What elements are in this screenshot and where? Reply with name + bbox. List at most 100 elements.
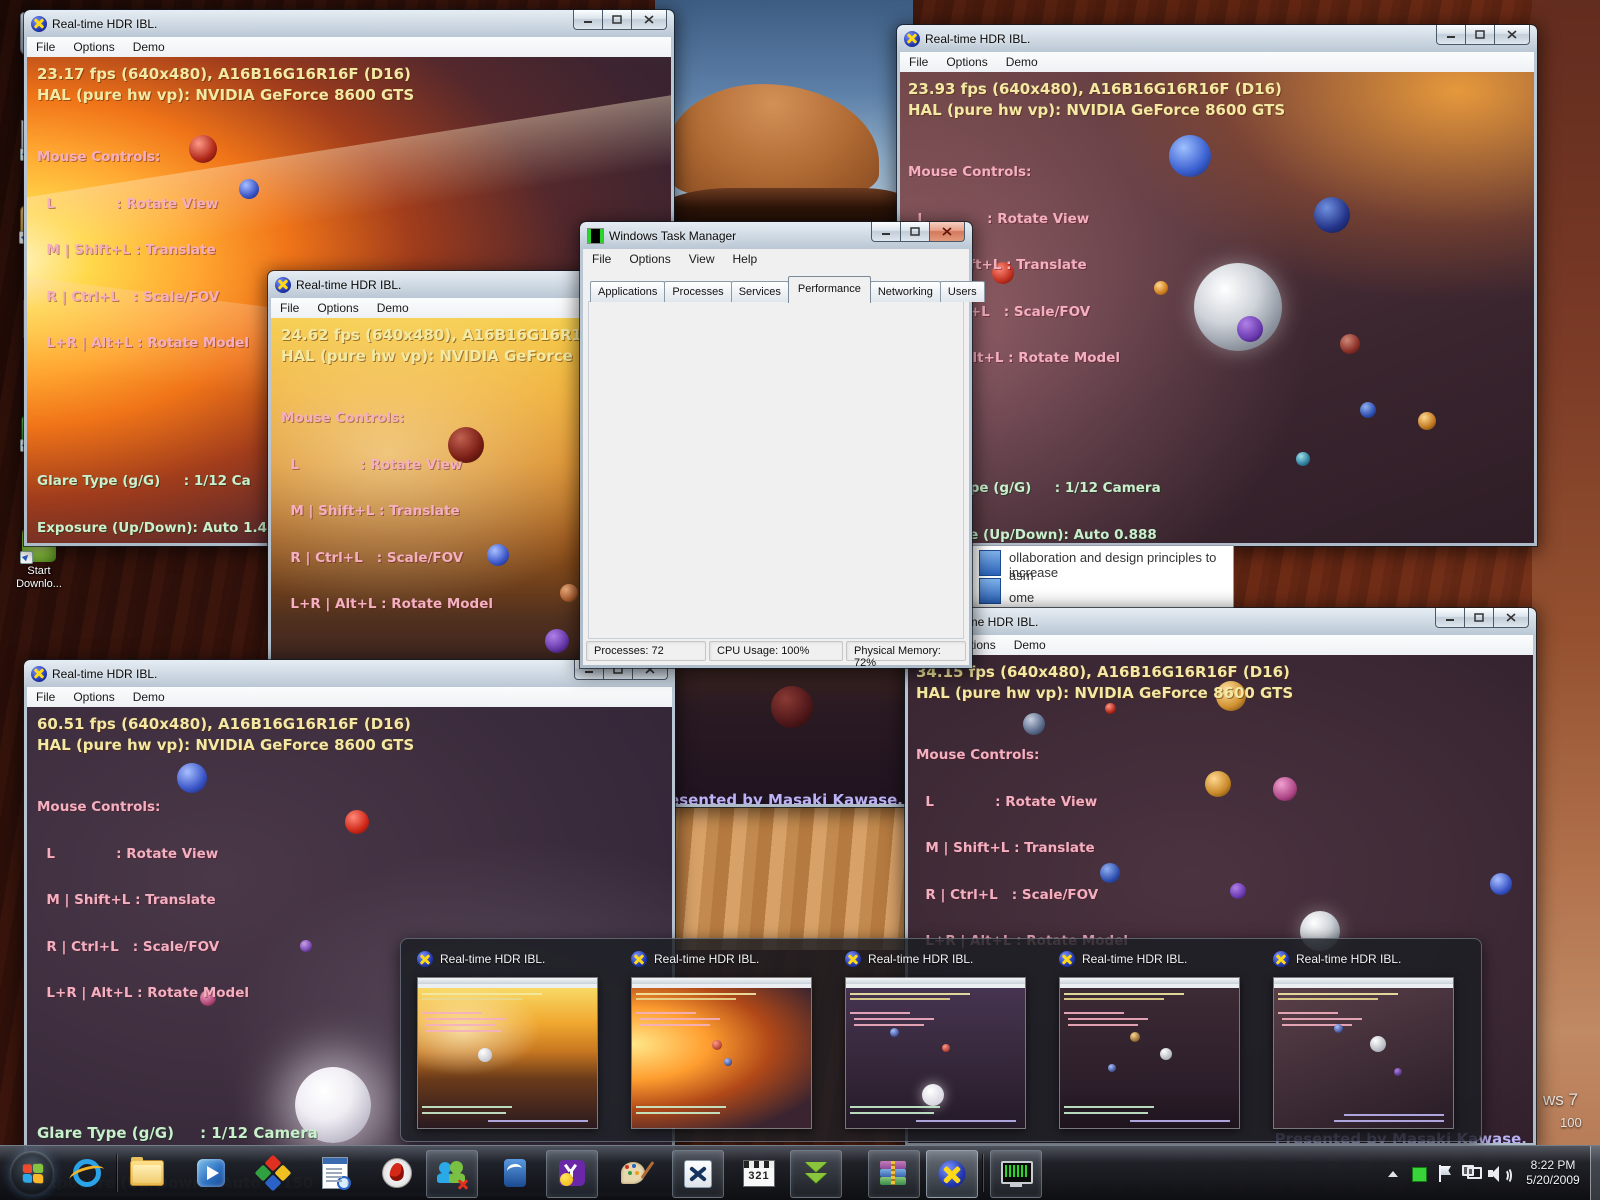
maximize-button[interactable] [602,10,632,30]
window-task-manager[interactable]: Windows Task Manager File Options View H… [580,222,972,668]
speaker-icon[interactable] [1488,1165,1508,1182]
thumbnail-item[interactable]: Real-time HDR IBL. [417,947,598,1141]
menu-help[interactable]: Help [724,249,767,269]
credit-line: Presented by Masaki Kawase. [639,790,903,804]
sphere [300,940,312,952]
thumbnail-preview[interactable] [845,977,1026,1129]
show-desktop-button[interactable] [1590,1146,1600,1200]
thumbnail-preview[interactable] [1059,977,1240,1129]
taskbar-icon-openoffice[interactable] [490,1150,540,1196]
fps-readout: 23.93 fps (640x480), A16B16G16R16F (D16) [908,80,1282,98]
desktop-screen: ws 7 100 Recy GeaGarag gea µT StartDownl… [0,0,1600,1200]
nero-flame-icon [382,1158,412,1188]
thumbnail-item[interactable]: Real-time HDR IBL. [845,947,1026,1141]
shortcut-arrow-icon [20,551,33,564]
xfire-icon [684,1160,712,1188]
menu-view[interactable]: View [680,249,724,269]
sphere [1273,777,1297,801]
titlebar[interactable]: Real-time HDR IBL. [24,660,675,687]
menu-file[interactable]: File [900,52,937,72]
winrar-books-icon [880,1161,908,1187]
taskbar-icon-winrar[interactable] [868,1150,920,1198]
wallpaper-right-strip [1532,0,1600,1146]
tab-users[interactable]: Users [940,281,985,302]
sphere [1154,281,1168,295]
scroll-button-icon [979,550,1001,576]
menu-options[interactable]: Options [620,249,679,269]
titlebar[interactable]: Real-time HDR IBL. [24,10,674,37]
thumbnail-item[interactable]: Real-time HDR IBL. [1273,947,1454,1141]
show-hidden-icons-chevron[interactable] [1388,1171,1398,1177]
taskbar-icon-paint[interactable] [610,1150,660,1196]
tab-processes[interactable]: Processes [664,281,731,302]
menu-options[interactable]: Options [64,687,123,707]
window-title: Real-time HDR IBL. [296,278,401,292]
taskbar-icon-xfire[interactable] [672,1150,724,1198]
menu-demo[interactable]: Demo [368,298,418,318]
taskbar-icon-avg[interactable] [248,1150,298,1196]
menu-options[interactable]: Options [64,37,123,57]
network-icon[interactable] [1462,1165,1482,1182]
tray-clock[interactable]: 8:22 PM 5/20/2009 [1516,1158,1590,1188]
mouse-controls-line: L : Rotate View [916,795,1128,811]
taskbar-icon-media-player[interactable] [186,1150,236,1196]
close-button[interactable] [631,10,667,30]
menu-file[interactable]: File [583,249,620,269]
sphere [1490,873,1512,895]
tab-services[interactable]: Services [731,281,789,302]
menu-demo[interactable]: Demo [124,687,174,707]
minimize-button[interactable] [871,222,901,242]
tab-networking[interactable]: Networking [870,281,941,302]
thumbnail-preview[interactable] [1273,977,1454,1129]
tray-green-status-icon[interactable] [1412,1167,1427,1182]
minimize-button[interactable] [1436,25,1466,45]
maximize-button[interactable] [1464,608,1494,628]
taskbar-icon-media-player-classic[interactable]: 321 [734,1150,784,1196]
taskbar-icon-messenger[interactable] [426,1150,478,1198]
hdr-app-icon [631,951,647,967]
menu-demo[interactable]: Demo [997,52,1047,72]
action-center-flag-icon[interactable] [1438,1165,1452,1182]
close-button[interactable] [1494,25,1530,45]
taskbar-icon-search-document[interactable] [310,1150,360,1196]
titlebar[interactable]: Real-time HDR IBL. [905,608,1536,635]
maximize-button[interactable] [900,222,930,242]
titlebar[interactable]: Real-time HDR IBL. [897,25,1537,52]
menu-bar: File Options Demo [27,37,671,58]
thumbnail-preview[interactable] [417,977,598,1129]
maximize-button[interactable] [1465,25,1495,45]
start-button[interactable] [10,1151,54,1195]
tab-performance[interactable]: Performance [788,276,871,303]
minimize-button[interactable] [573,10,603,30]
close-button[interactable] [929,222,965,242]
thumbnail-preview[interactable] [631,977,812,1129]
menu-file[interactable]: File [27,37,64,57]
close-button[interactable] [1493,608,1529,628]
watermark-fragment: ws 7 [1543,1090,1578,1110]
menu-file[interactable]: File [271,298,308,318]
credit-line: Presented by Masaki Kawase. [1260,540,1524,543]
menu-demo[interactable]: Demo [1005,635,1055,655]
taskbar-icon-yahoo-messenger[interactable] [546,1150,598,1198]
window-hdr-top-right[interactable]: Real-time HDR IBL. File Options Demo 23.… [897,25,1537,546]
tab-applications[interactable]: Applications [590,281,665,302]
thumbnail-title: Real-time HDR IBL. [654,952,759,966]
taskbar-icon-windows-explorer[interactable] [122,1150,172,1196]
menu-options[interactable]: Options [308,298,367,318]
menu-file[interactable]: File [27,687,64,707]
thumbnail-item[interactable]: Real-time HDR IBL. [1059,947,1240,1141]
taskbar-icon-internet-explorer[interactable] [62,1150,112,1196]
taskbar-icon-hdr-ibl-app[interactable] [926,1150,978,1198]
taskbar-icon-downloader[interactable] [790,1150,842,1198]
task-manager-icon [587,228,604,244]
render-viewport[interactable]: 23.93 fps (640x480), A16B16G16R16F (D16)… [900,72,1534,543]
titlebar[interactable]: Windows Task Manager [580,222,972,249]
menu-options[interactable]: Options [937,52,996,72]
thumbnail-item[interactable]: Real-time HDR IBL. [631,947,812,1141]
taskbar-icon-nero[interactable] [372,1150,422,1196]
system-tray: 8:22 PM 5/20/2009 [1380,1146,1600,1200]
menu-demo[interactable]: Demo [124,37,174,57]
taskbar-icon-task-manager[interactable] [990,1150,1042,1198]
minimize-button[interactable] [1435,608,1465,628]
tab-strip: Applications Processes Services Performa… [590,278,984,302]
